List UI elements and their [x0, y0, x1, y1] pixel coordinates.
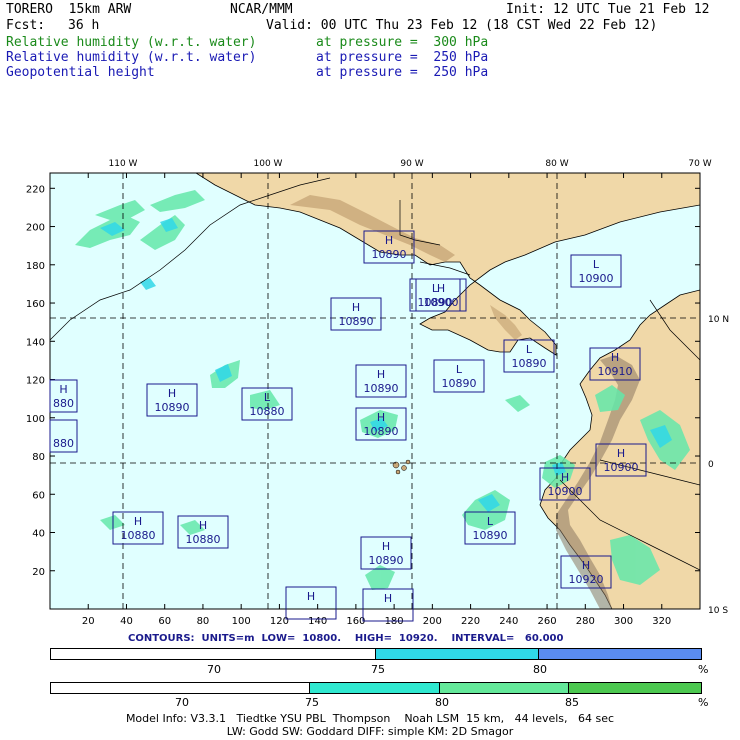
lat-label: 0 — [708, 460, 714, 470]
y-tick-label: 200 — [26, 223, 45, 234]
legend-rh300-bar — [50, 682, 702, 694]
lon-label: 100 W — [254, 159, 283, 169]
contour-info: CONTOURS: UNITS=m LOW= 10800. HIGH= 1092… — [128, 633, 564, 644]
model-info-line2: LW: Godd SW: Goddard DIFF: simple KM: 2D… — [226, 725, 514, 738]
svg-text:H: H — [384, 592, 392, 605]
svg-text:H: H — [582, 559, 590, 572]
svg-text:H: H — [168, 387, 176, 400]
legend-rh300-label-80: 80 — [435, 696, 449, 709]
svg-text:H: H — [385, 234, 393, 247]
svg-text:H: H — [352, 301, 360, 314]
legend-rh300-swatch-2 — [310, 683, 440, 693]
svg-text:10890: 10890 — [442, 377, 477, 390]
legend-rh300-swatch-1 — [51, 683, 311, 693]
svg-text:10890: 10890 — [339, 315, 374, 328]
y-tick-labels: 220 200 180 160 140 120 100 80 60 40 20 — [26, 184, 45, 577]
svg-text:L: L — [264, 391, 271, 404]
lon-labels: 110 W 100 W 90 W 80 W 70 W — [109, 159, 712, 169]
svg-text:H: H — [307, 590, 315, 603]
svg-text:10910: 10910 — [598, 365, 633, 378]
y-tick-label: 100 — [26, 414, 45, 425]
svg-text:10880: 10880 — [186, 533, 221, 546]
legend-rh250-swatch-1 — [51, 649, 376, 659]
model-info-line1: Model Info: V3.3.1 Tiedtke YSU PBL Thomp… — [125, 712, 615, 725]
svg-text:10900: 10900 — [579, 272, 614, 285]
y-tick-label: 160 — [26, 299, 45, 310]
x-tick-label: 80 — [197, 616, 210, 627]
svg-text:10880: 10880 — [250, 405, 285, 418]
x-tick-label: 200 — [423, 616, 442, 627]
svg-text:L: L — [526, 343, 533, 356]
lon-label: 80 W — [545, 159, 568, 169]
y-tick-label: 120 — [26, 376, 45, 387]
legend-rh300-label-pct: % — [698, 696, 709, 709]
svg-text:10890: 10890 — [512, 357, 547, 370]
legend-rh250-label-70: 70 — [207, 663, 221, 676]
x-tick-label: 220 — [461, 616, 480, 627]
legend-rh300-label-70: 70 — [175, 696, 189, 709]
svg-text:10890: 10890 — [155, 401, 190, 414]
lon-label: 110 W — [109, 159, 138, 169]
svg-text:10880: 10880 — [121, 529, 156, 542]
x-tick-label: 240 — [499, 616, 518, 627]
svg-text:H: H — [377, 368, 385, 381]
svg-text:H: H — [59, 383, 67, 396]
svg-text:H: H — [437, 282, 445, 295]
y-tick-label: 80 — [32, 452, 45, 463]
y-tick-label: 140 — [26, 337, 45, 348]
legend-rh300-swatch-4 — [569, 683, 702, 693]
legend-rh250-label-75: 75 — [371, 663, 385, 676]
svg-text:10890: 10890 — [364, 425, 399, 438]
weather-map: 20 40 60 80 100 120 140 160 180 200 220 240 260 280 30… — [26, 159, 729, 627]
lat-label: 10 S — [708, 606, 728, 616]
svg-text:10920: 10920 — [569, 573, 604, 586]
y-tick-label: 180 — [26, 261, 45, 272]
legend-rh250-swatch-2 — [376, 649, 539, 659]
svg-text:L: L — [456, 363, 463, 376]
svg-text:H: H — [134, 515, 142, 528]
svg-text:10900: 10900 — [604, 461, 639, 474]
legend-rh300-swatch-3 — [439, 683, 570, 693]
svg-text:H: H — [199, 519, 207, 532]
legend-rh300-label-75: 75 — [305, 696, 319, 709]
x-tick-label: 280 — [576, 616, 595, 627]
x-tick-label: 320 — [652, 616, 671, 627]
legend-rh300-label-85: 85 — [565, 696, 579, 709]
legend-rh250-bar — [50, 648, 702, 660]
lon-label: 70 W — [688, 159, 711, 169]
svg-text:880: 880 — [53, 437, 74, 450]
lat-label: 10 N — [708, 315, 729, 325]
y-tick-label: 40 — [32, 529, 45, 540]
x-tick-label: 300 — [614, 616, 633, 627]
lat-labels: 10 N 0 10 S — [708, 315, 729, 616]
y-tick-label: 20 — [32, 567, 45, 578]
svg-text:H: H — [377, 411, 385, 424]
svg-text:H: H — [382, 540, 390, 553]
svg-text:10890: 10890 — [473, 529, 508, 542]
y-tick-label: 220 — [26, 184, 45, 195]
svg-text:10890: 10890 — [369, 554, 404, 567]
svg-text:L: L — [593, 258, 600, 271]
svg-text:H: H — [561, 471, 569, 484]
svg-text:10890: 10890 — [372, 248, 407, 261]
svg-text:H: H — [617, 447, 625, 460]
y-tick-label: 60 — [32, 490, 45, 501]
x-tick-label: 40 — [120, 616, 133, 627]
svg-text:L: L — [487, 515, 494, 528]
svg-text:10890: 10890 — [364, 382, 399, 395]
svg-text:10900: 10900 — [424, 296, 459, 309]
x-tick-label: 60 — [158, 616, 171, 627]
legend-rh250-swatch-3 — [538, 649, 701, 659]
legend-rh250-label-80: 80 — [533, 663, 547, 676]
x-tick-label: 140 — [308, 616, 327, 627]
svg-text:880: 880 — [53, 397, 74, 410]
x-tick-label: 100 — [232, 616, 251, 627]
svg-text:10900: 10900 — [548, 485, 583, 498]
lon-label: 90 W — [400, 159, 423, 169]
x-tick-label: 20 — [82, 616, 95, 627]
legend-rh250-label-pct: % — [698, 663, 709, 676]
svg-text:H: H — [611, 351, 619, 364]
x-tick-label: 260 — [538, 616, 557, 627]
